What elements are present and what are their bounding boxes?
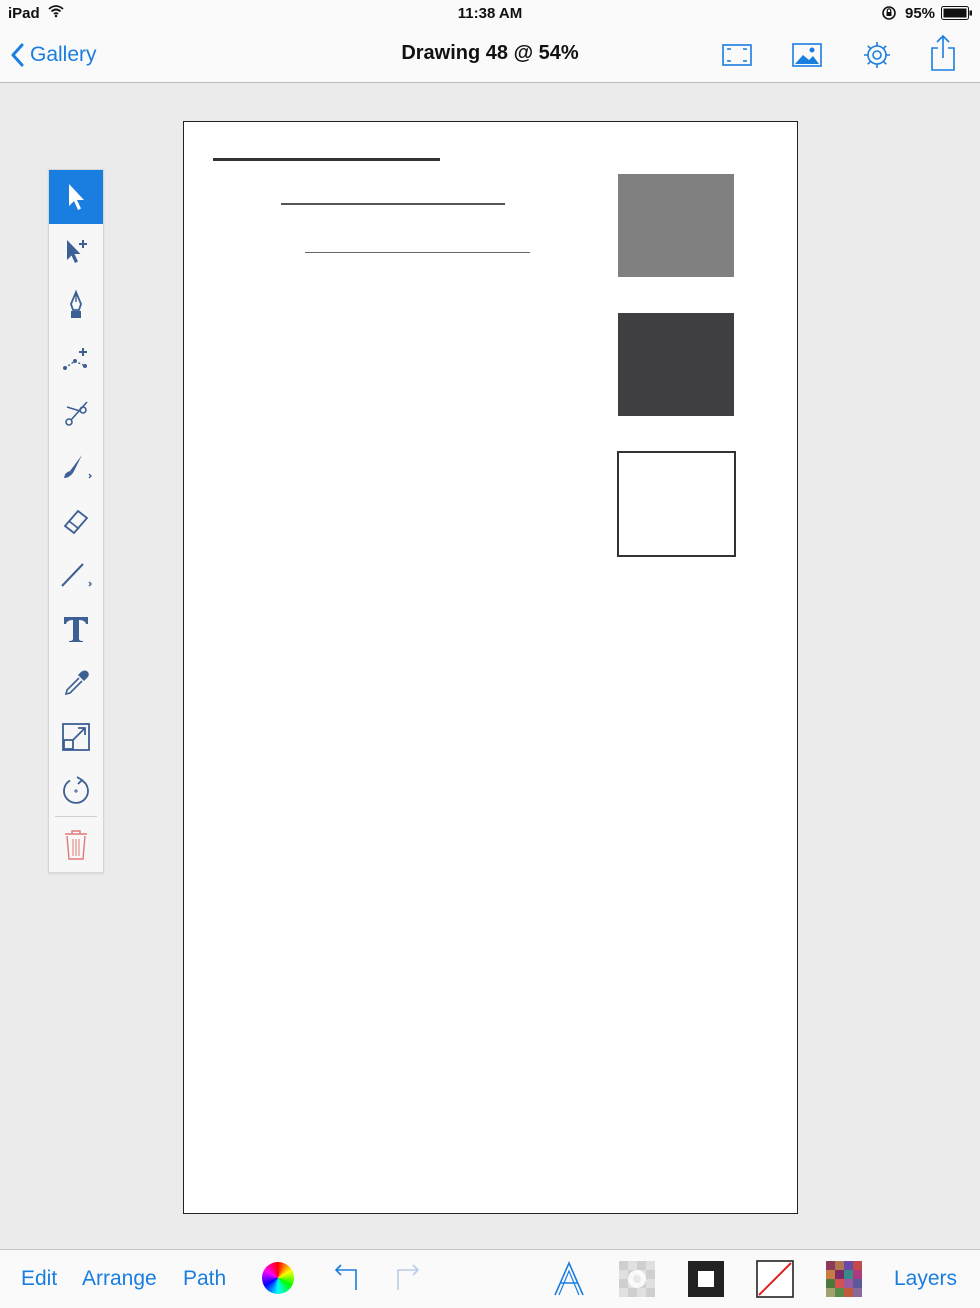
rotate-tool-button[interactable] (49, 764, 103, 818)
scissors-tool-button[interactable] (49, 386, 103, 440)
pointer-icon (69, 184, 84, 210)
paintbrush-icon (64, 455, 92, 479)
path-button[interactable]: Path (183, 1267, 226, 1291)
palette-icon[interactable] (826, 1261, 862, 1302)
redo-icon[interactable] (394, 1264, 424, 1297)
node-path-icon (63, 348, 87, 370)
status-time: 11:38 AM (457, 5, 523, 22)
delete-tool-button[interactable] (49, 818, 103, 872)
undo-icon[interactable] (330, 1264, 360, 1297)
text-t-icon (64, 617, 88, 642)
line-shape[interactable] (281, 203, 505, 205)
direct-select-tool-button[interactable] (49, 224, 103, 278)
select-tool-button[interactable] (49, 170, 103, 224)
text-tool-button[interactable] (49, 602, 103, 656)
toolbar-divider (55, 816, 97, 817)
outlined-rectangle-shape[interactable] (617, 451, 736, 557)
gray-rectangle-shape[interactable] (618, 174, 734, 277)
scale-tool-button[interactable] (49, 710, 103, 764)
line-icon (61, 563, 92, 587)
drawing-title: Drawing 48 @ 54% (401, 42, 579, 64)
status-bar: iPad 11:38 AM 95% (0, 0, 980, 28)
bottom-toolbar: Edit Arrange Path Layers (0, 1249, 980, 1308)
navigation-bar: Gallery Drawing 48 @ 54% (0, 28, 980, 83)
line-shape[interactable] (305, 252, 530, 253)
scissors-icon (65, 401, 88, 426)
layers-button[interactable]: Layers (894, 1267, 957, 1291)
share-icon[interactable] (926, 34, 960, 71)
rotation-lock-icon (881, 5, 897, 25)
eraser-icon (63, 509, 89, 535)
pointer-plus-icon (67, 240, 87, 263)
eraser-tool-button[interactable] (49, 494, 103, 548)
line-shape[interactable] (213, 158, 440, 161)
eyedropper-icon (64, 670, 89, 696)
line-tool-button[interactable] (49, 548, 103, 602)
font-icon[interactable] (552, 1260, 586, 1303)
arrange-button[interactable]: Arrange (82, 1267, 157, 1291)
drawing-canvas[interactable] (183, 121, 798, 1214)
battery-percent: 95% (905, 5, 936, 22)
pen-tool-button[interactable] (49, 278, 103, 332)
brush-tool-button[interactable] (49, 440, 103, 494)
shadow-icon[interactable] (618, 1260, 656, 1303)
color-wheel-icon[interactable] (262, 1262, 294, 1294)
edit-button[interactable]: Edit (21, 1267, 57, 1291)
pen-nib-icon (70, 289, 82, 318)
fullscreen-icon[interactable] (720, 38, 754, 72)
tool-palette (48, 169, 104, 873)
eyedropper-tool-button[interactable] (49, 656, 103, 710)
dark-rectangle-shape[interactable] (618, 313, 734, 416)
stroke-icon[interactable] (688, 1261, 724, 1302)
add-node-tool-button[interactable] (49, 332, 103, 386)
rotate-icon (63, 776, 89, 804)
image-icon[interactable] (790, 38, 824, 72)
fill-none-icon[interactable] (756, 1260, 794, 1303)
scale-icon (62, 723, 90, 751)
trash-icon (65, 830, 87, 860)
battery-icon (941, 6, 973, 24)
gear-icon[interactable] (860, 38, 894, 72)
